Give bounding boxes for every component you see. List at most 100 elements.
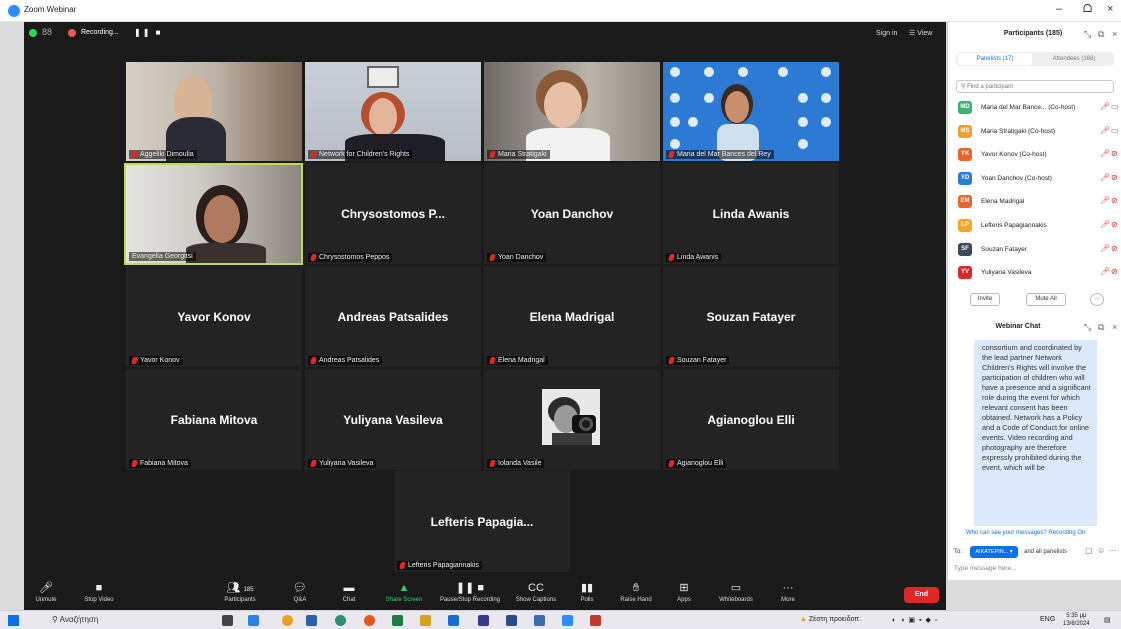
tab-panelists[interactable]: Panelists (17) xyxy=(958,53,1032,65)
participant-row[interactable]: LP Lefteris Papagiannakis 🎤︎ ⊘ xyxy=(958,219,1118,233)
video-tile[interactable]: Yoan Danchov Yoan Danchov xyxy=(484,163,660,264)
who-can-see-link[interactable]: Who can see your messages? Recording On xyxy=(966,530,1085,536)
tile-caption: Lefteris Papagiannakis xyxy=(397,561,482,570)
stop-video-button[interactable]: ■ Stop Video xyxy=(69,582,129,603)
encryption-shield-icon[interactable] xyxy=(29,29,37,37)
weather-widget[interactable]: ▲ Ζέστη προειδοπ. xyxy=(800,616,861,623)
emoji-icon[interactable]: ☺ xyxy=(1097,546,1105,555)
collapse-icon[interactable]: ⤡ xyxy=(1084,29,1091,40)
participant-row[interactable]: YK Yavor Konov (Co-host) 🎤︎ ⊘ xyxy=(958,148,1118,162)
task-view-icon[interactable] xyxy=(222,615,233,626)
clock[interactable]: 5:35 μμ 13/6/2024 xyxy=(1063,612,1090,628)
video-tile[interactable]: Fabiana Mitova Fabiana Mitova xyxy=(126,369,302,470)
restore-button[interactable]: ᗝ xyxy=(1083,3,1092,16)
file-explorer-icon[interactable] xyxy=(420,615,431,626)
grid-icon[interactable]: 88 xyxy=(42,27,52,37)
participant-row[interactable]: MD Maria del Mar Bance... (Co-host) 🎤︎ ▭ xyxy=(958,101,1119,115)
participants-button[interactable]: 👥︎ 185 Participants xyxy=(210,582,270,603)
windows-start-icon[interactable] xyxy=(8,615,19,626)
end-button[interactable]: End xyxy=(904,587,939,603)
participant-row[interactable]: EM Elena Madrigal 🎤︎ ⊘ xyxy=(958,195,1118,209)
tile-display-name: Linda Awanis xyxy=(712,206,790,221)
camera-off-icon: ⊘ xyxy=(1111,243,1118,253)
unmute-button[interactable]: 🎤︎ Unmute xyxy=(16,582,76,603)
video-tile[interactable]: Maria del Mar Bances del Rey xyxy=(663,62,839,161)
app-icon[interactable] xyxy=(478,615,489,626)
invite-button[interactable]: Invite xyxy=(970,293,1000,306)
popout-icon[interactable]: ⧉ xyxy=(1098,29,1104,40)
zoom-taskbar-icon[interactable] xyxy=(562,615,573,626)
camera-icon: ▭ xyxy=(1111,102,1119,111)
avatar: YV xyxy=(958,266,972,280)
language-indicator[interactable]: ENG xyxy=(1040,616,1055,623)
signin-link[interactable]: Sign in xyxy=(876,30,897,37)
recipient-dropdown[interactable]: AIKATEPIN... ▾ xyxy=(970,546,1018,558)
more-icon: ··· xyxy=(782,582,794,594)
file-icon[interactable]: ▢ xyxy=(1085,546,1093,555)
close-panel-icon[interactable]: × xyxy=(1112,29,1117,39)
chat-button[interactable]: ▬ Chat xyxy=(319,582,379,603)
word-icon[interactable] xyxy=(306,615,317,626)
tile-caption: Yuliyana Vasileva xyxy=(308,459,377,468)
participants-tabs: Panelists (17) Attendees (168) xyxy=(956,52,1114,66)
firefox-icon[interactable] xyxy=(364,615,375,626)
app-icon[interactable] xyxy=(506,615,517,626)
video-tile[interactable]: Lefteris Papagia... Lefteris Papagiannak… xyxy=(394,471,570,572)
notification-icon[interactable]: ▤ xyxy=(1104,616,1111,624)
close-chat-icon[interactable]: × xyxy=(1112,322,1117,332)
video-tile[interactable]: Andreas Patsalides Andreas Patsalides xyxy=(305,266,481,367)
video-tile[interactable]: Elena Madrigal Elena Madrigal xyxy=(484,266,660,367)
apps-button[interactable]: ⊞ Apps xyxy=(654,582,714,603)
video-tile-active-speaker[interactable]: Evangelia Georgitsi xyxy=(124,163,303,265)
video-tile[interactable]: Linda Awanis Linda Awanis xyxy=(663,163,839,264)
video-tile[interactable]: Network for Children's Rights xyxy=(305,62,481,161)
participant-row[interactable]: MS Maria Stratigaki (Co-host) 🎤︎ ▭ xyxy=(958,124,1119,139)
mic-muted-icon xyxy=(310,460,317,467)
window-titlebar: Zoom Webinar – ᗝ × xyxy=(0,0,1121,22)
app-icon[interactable] xyxy=(534,615,545,626)
participant-row[interactable]: YV Yuliyana Vasileva 🎤︎ ⊘ xyxy=(958,266,1118,280)
more-icon[interactable]: ··· xyxy=(1109,546,1117,555)
meeting-info-bar: 88 Recording... ❚❚ ■ Sign in ☰ View xyxy=(24,22,946,46)
excel-icon[interactable] xyxy=(392,615,403,626)
video-tile[interactable]: Yuliyana Vasileva Yuliyana Vasileva xyxy=(305,369,481,470)
mic-muted-icon xyxy=(489,460,496,467)
minimize-button[interactable]: – xyxy=(1056,3,1062,15)
video-tile[interactable]: Yavor Konov Yavor Konov xyxy=(126,266,302,367)
video-tile[interactable]: Souzan Fatayer Souzan Fatayer xyxy=(663,266,839,367)
outlook-icon[interactable] xyxy=(448,615,459,626)
video-tile[interactable]: Aggeliki Dimoulia xyxy=(126,62,302,161)
more-options-button[interactable]: ··· xyxy=(1090,293,1104,306)
system-tray-icons[interactable]: ◐◑▣▪◆▫ xyxy=(892,616,941,624)
edge-icon[interactable] xyxy=(335,615,346,626)
whiteboards-button[interactable]: ▭ Whiteboards xyxy=(706,582,766,603)
polls-label: Polls xyxy=(580,597,594,603)
pause-recording-button[interactable]: ❚❚ ■ Pause/Stop Recording xyxy=(438,582,502,603)
mute-all-button[interactable]: Mute All xyxy=(1026,293,1066,306)
chat-input[interactable]: Type message here... xyxy=(954,565,1017,572)
close-window-button[interactable]: × xyxy=(1107,3,1113,15)
participant-row[interactable]: SF Souzan Fatayer 🎤︎ ⊘ xyxy=(958,242,1118,257)
collapse-icon[interactable]: ⤡ xyxy=(1084,322,1091,333)
participant-body xyxy=(186,243,266,263)
recording-controls[interactable]: ❚❚ ■ xyxy=(134,28,162,37)
popout-icon[interactable]: ⧉ xyxy=(1098,322,1104,333)
video-stage: 88 Recording... ❚❚ ■ Sign in ☰ View Agge… xyxy=(24,22,946,580)
participant-row[interactable]: YD Yoan Danchov (Co-host) 🎤︎ ⊘ xyxy=(958,171,1118,186)
video-tile[interactable]: Iolanda Vasile xyxy=(484,369,660,470)
unhcr-backdrop xyxy=(670,67,831,161)
unmute-label: Unmute xyxy=(35,597,57,603)
video-tile[interactable]: Chrysostomos P... Chrysostomos Peppos xyxy=(305,163,481,264)
more-button[interactable]: ··· More xyxy=(758,582,818,603)
view-button[interactable]: ☰ View xyxy=(909,29,932,37)
taskbar-search[interactable]: ⚲ Αναζήτηση xyxy=(52,615,98,624)
video-tile[interactable]: Maria Stratigaki xyxy=(484,62,660,161)
video-tile[interactable]: Agianoglou Elli Agianoglou Elli xyxy=(663,369,839,470)
share-screen-button[interactable]: ▲ Share Screen xyxy=(374,582,434,603)
participant-search-input[interactable]: ⚲ Find a participant xyxy=(956,80,1114,93)
chrome-icon[interactable] xyxy=(282,615,293,626)
avatar: EM xyxy=(958,195,972,209)
pdf-icon[interactable] xyxy=(590,615,601,626)
tab-attendees[interactable]: Attendees (168) xyxy=(1036,53,1112,65)
app-icon[interactable] xyxy=(248,615,259,626)
